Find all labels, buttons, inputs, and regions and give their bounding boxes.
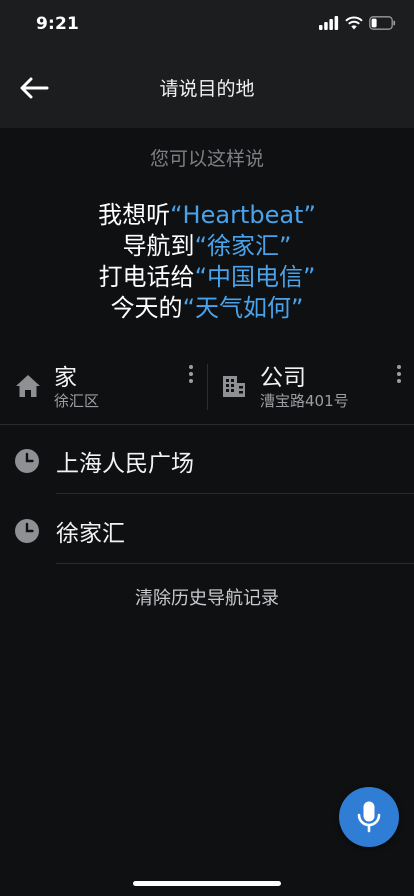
example-quote: “徐家汇” xyxy=(194,232,292,260)
history-item[interactable]: 上海人民广场 xyxy=(0,426,414,494)
office-building-icon xyxy=(223,376,245,397)
example-quote: “Heartbeat” xyxy=(170,201,316,229)
microphone-icon xyxy=(357,801,381,833)
microphone-button[interactable] xyxy=(339,787,399,847)
example-prefix: 导航到 xyxy=(122,232,195,260)
more-vertical-icon xyxy=(189,365,193,383)
clock-icon xyxy=(15,449,39,473)
history-item[interactable]: 徐家汇 xyxy=(0,496,414,564)
home-address: 徐汇区 xyxy=(54,392,100,410)
voice-example: 我想听“Heartbeat” xyxy=(0,200,414,231)
voice-examples: 我想听“Heartbeat” 导航到“徐家汇” 打电话给“中国电信” 今天的“天… xyxy=(0,200,414,324)
row-divider xyxy=(56,563,414,564)
work-address: 漕宝路401号 xyxy=(260,392,349,410)
voice-example: 打电话给“中国电信” xyxy=(0,262,414,293)
voice-example: 导航到“徐家汇” xyxy=(0,231,414,262)
example-quote: “中国电信” xyxy=(194,263,316,291)
example-prefix: 今天的 xyxy=(110,294,183,322)
work-shortcut[interactable]: 公司 漕宝路401号 xyxy=(208,352,414,424)
work-more-button[interactable] xyxy=(390,362,408,386)
home-icon xyxy=(16,375,40,397)
battery-icon xyxy=(369,16,396,30)
work-label: 公司 xyxy=(260,365,306,391)
home-label: 家 xyxy=(54,365,77,391)
wifi-icon xyxy=(345,16,363,30)
status-bar: 9:21 xyxy=(0,0,414,48)
example-quote: “天气如何” xyxy=(182,294,304,322)
example-prefix: 我想听 xyxy=(98,201,171,229)
status-icons xyxy=(319,16,396,30)
home-indicator[interactable] xyxy=(133,881,281,886)
history-item-label: 上海人民广场 xyxy=(56,451,194,477)
clock-icon xyxy=(15,519,39,543)
history-item-label: 徐家汇 xyxy=(56,521,125,547)
voice-example: 今天的“天气如何” xyxy=(0,293,414,324)
hint-title: 您可以这样说 xyxy=(149,148,264,170)
row-divider xyxy=(56,493,414,494)
signal-icon xyxy=(319,16,339,30)
status-time: 9:21 xyxy=(36,14,80,34)
home-more-button[interactable] xyxy=(182,362,200,386)
nav-bar: 请说目的地 xyxy=(0,48,414,128)
more-vertical-icon xyxy=(397,365,401,383)
address-shortcuts: 家 徐汇区 公司 漕宝路401号 xyxy=(0,352,414,425)
page-title: 请说目的地 xyxy=(159,78,255,100)
example-prefix: 打电话给 xyxy=(98,263,195,291)
home-shortcut[interactable]: 家 徐汇区 xyxy=(0,352,206,424)
clear-history-button[interactable]: 清除历史导航记录 xyxy=(0,584,414,610)
